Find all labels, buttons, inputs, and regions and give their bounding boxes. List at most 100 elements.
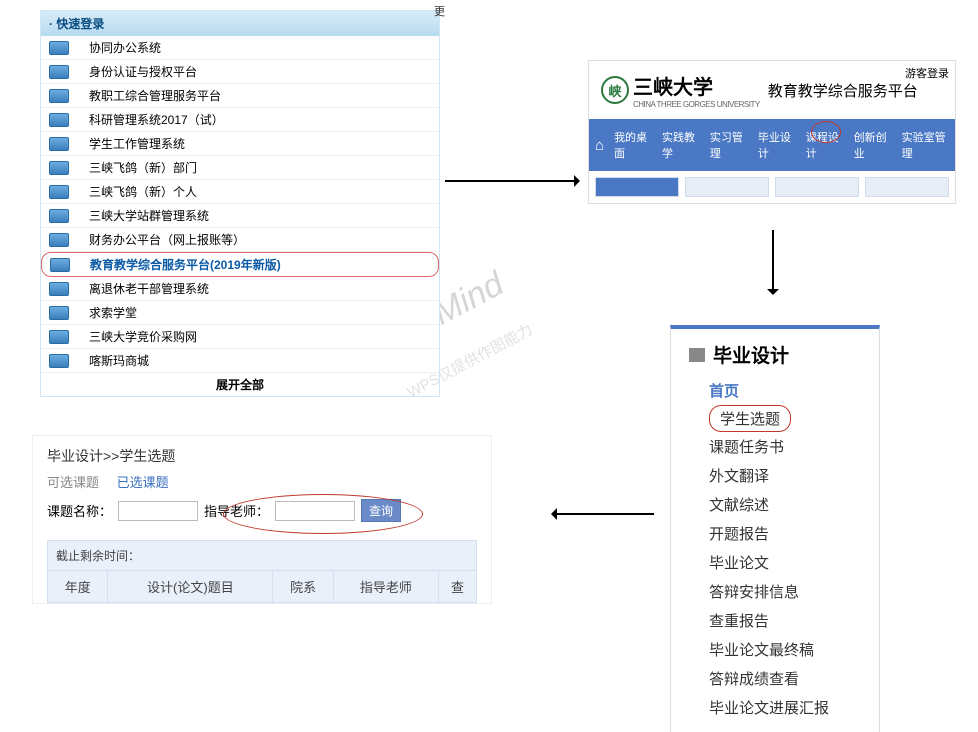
col-view: 查: [439, 571, 477, 603]
university-name: 三峡大学: [633, 71, 760, 100]
list-item[interactable]: 身份认证与授权平台: [41, 60, 439, 84]
app-icon: [49, 282, 69, 296]
list-item-label: 身份认证与授权平台: [89, 63, 197, 80]
list-item-label: 财务办公平台（网上报账等）: [89, 231, 245, 248]
nav-item[interactable]: 我的桌面: [614, 129, 652, 161]
list-item[interactable]: 协同办公系统: [41, 36, 439, 60]
nav-item[interactable]: 实验室管理: [902, 129, 949, 161]
col-advisor: 指导老师: [333, 571, 438, 603]
portal-header-panel: 游客登录 峡 三峡大学 CHINA THREE GORGES UNIVERSIT…: [588, 60, 956, 204]
app-icon: [49, 113, 69, 127]
app-icon: [49, 89, 69, 103]
nav-item[interactable]: 实习管理: [710, 129, 748, 161]
sidebar-item[interactable]: 毕业论文: [709, 548, 861, 577]
guest-login-link[interactable]: 游客登录: [905, 65, 949, 81]
quick-login-header: · 快速登录: [41, 11, 439, 36]
deadline-label: 截止剩余时间：: [47, 540, 477, 570]
col-year: 年度: [48, 571, 108, 603]
sidebar-item-topic-selection[interactable]: 学生选题: [709, 405, 791, 432]
list-item-label: 教育教学综合服务平台(2019年新版): [90, 256, 281, 273]
breadcrumb: 毕业设计>>学生选题: [47, 446, 477, 466]
sidebar-menu: 首页 学生选题 课题任务书 外文翻译 文献综述 开题报告 毕业论文 答辩安排信息…: [671, 376, 879, 732]
sidebar-item[interactable]: 课题任务书: [709, 432, 861, 461]
dash-card[interactable]: [775, 177, 859, 197]
quick-login-list: 协同办公系统 身份认证与授权平台 教职工综合管理服务平台 科研管理系统2017（…: [41, 36, 439, 373]
topic-input[interactable]: [118, 501, 198, 521]
list-item-label: 三峡飞鸽（新）部门: [89, 159, 197, 176]
dash-card[interactable]: [865, 177, 949, 197]
topic-label: 课题名称：: [47, 501, 112, 520]
portal-navbar: ⌂ 我的桌面 实践教学 实习管理 毕业设计 课程设计 创新创业 实验室管理: [589, 119, 955, 171]
list-item[interactable]: 三峡大学站群管理系统: [41, 204, 439, 228]
sidebar-title-text: 毕业设计: [713, 341, 789, 368]
nav-item[interactable]: 毕业设计: [758, 129, 796, 161]
sidebar-item[interactable]: 开题报告: [709, 519, 861, 548]
list-item-label: 协同办公系统: [89, 39, 161, 56]
app-icon: [49, 209, 69, 223]
tabs: 可选课题 已选课题: [47, 472, 477, 491]
app-icon: [49, 185, 69, 199]
list-item-label: 三峡大学站群管理系统: [89, 207, 209, 224]
document-icon: [689, 348, 705, 362]
flow-arrow-1: [445, 180, 575, 182]
annotation-circle: [811, 121, 841, 143]
quick-login-panel: 更 · 快速登录 协同办公系统 身份认证与授权平台 教职工综合管理服务平台 科研…: [40, 10, 440, 397]
university-subtitle: CHINA THREE GORGES UNIVERSITY: [633, 100, 760, 109]
dash-card[interactable]: [685, 177, 769, 197]
list-item[interactable]: 三峡飞鸽（新）部门: [41, 156, 439, 180]
app-icon: [49, 233, 69, 247]
sidebar-item[interactable]: 文献综述: [709, 490, 861, 519]
tab-available[interactable]: 可选课题: [47, 475, 99, 490]
list-item[interactable]: 离退休老干部管理系统: [41, 277, 439, 301]
nav-item[interactable]: 创新创业: [854, 129, 892, 161]
list-item[interactable]: 喀斯玛商城: [41, 349, 439, 373]
app-icon: [49, 65, 69, 79]
list-item-label: 离退休老干部管理系统: [89, 280, 209, 297]
app-icon: [49, 41, 69, 55]
app-icon: [49, 330, 69, 344]
app-icon: [50, 258, 70, 272]
portal-title: 教育教学综合服务平台: [768, 80, 918, 101]
more-link[interactable]: 更: [434, 3, 445, 19]
university-logo-icon: 峡: [601, 76, 629, 104]
tab-selected[interactable]: 已选课题: [117, 475, 169, 490]
sidebar-item[interactable]: 外文翻译: [709, 461, 861, 490]
sidebar-item[interactable]: 查重报告: [709, 606, 861, 635]
dash-card[interactable]: [595, 177, 679, 197]
sidebar-title: 毕业设计: [671, 329, 879, 376]
list-item[interactable]: 财务办公平台（网上报账等）: [41, 228, 439, 252]
flow-arrow-2: [772, 230, 774, 290]
home-icon[interactable]: ⌂: [595, 137, 604, 154]
list-item-label: 三峡大学竞价采购网: [89, 328, 197, 345]
list-item[interactable]: 教职工综合管理服务平台: [41, 84, 439, 108]
expand-all-link[interactable]: 展开全部: [41, 373, 439, 396]
app-icon: [49, 306, 69, 320]
sidebar-item[interactable]: 答辩成绩查看: [709, 664, 861, 693]
annotation-oval: [223, 494, 423, 534]
results-table: 年度 设计(论文)题目 院系 指导老师 查: [47, 570, 477, 603]
list-item-label: 喀斯玛商城: [89, 352, 149, 369]
list-item[interactable]: 三峡大学竞价采购网: [41, 325, 439, 349]
topic-selection-panel: 毕业设计>>学生选题 可选课题 已选课题 课题名称： 指导老师： 查询 截止剩余…: [32, 435, 492, 604]
dashboard-strip: [589, 171, 955, 203]
nav-item[interactable]: 实践教学: [662, 129, 700, 161]
flow-arrow-3: [556, 513, 654, 515]
list-item-label: 教职工综合管理服务平台: [89, 87, 221, 104]
list-item-highlighted[interactable]: 教育教学综合服务平台(2019年新版): [41, 252, 439, 277]
sidebar-item[interactable]: 答辩安排信息: [709, 577, 861, 606]
list-item-label: 求索学堂: [89, 304, 137, 321]
sidebar-item[interactable]: 毕业论文进展汇报: [709, 693, 861, 722]
col-dept: 院系: [273, 571, 333, 603]
app-icon: [49, 137, 69, 151]
list-item-label: 学生工作管理系统: [89, 135, 185, 152]
list-item[interactable]: 科研管理系统2017（试）: [41, 108, 439, 132]
app-icon: [49, 161, 69, 175]
list-item[interactable]: 学生工作管理系统: [41, 132, 439, 156]
app-icon: [49, 354, 69, 368]
list-item[interactable]: 三峡飞鸽（新）个人: [41, 180, 439, 204]
col-title: 设计(论文)题目: [108, 571, 273, 603]
sidebar-item[interactable]: 毕业论文最终稿: [709, 635, 861, 664]
sidebar-menu-panel: 毕业设计 首页 学生选题 课题任务书 外文翻译 文献综述 开题报告 毕业论文 答…: [670, 325, 880, 732]
list-item[interactable]: 求索学堂: [41, 301, 439, 325]
sidebar-item-home[interactable]: 首页: [709, 376, 861, 405]
